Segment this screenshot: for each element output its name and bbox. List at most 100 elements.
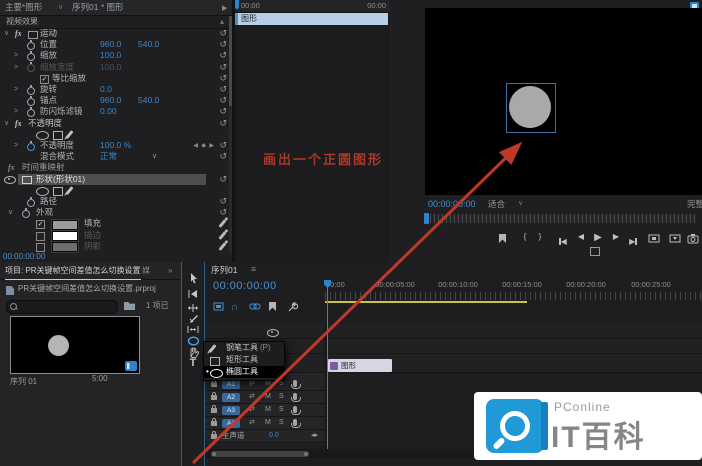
go-to-in-button[interactable]: ◀ <box>556 233 570 245</box>
reset-icon[interactable]: ↺ <box>219 28 227 39</box>
timeline-ruler[interactable]: 00:00 00:00:05:00 00:00:10:00 00:00:15:0… <box>325 280 702 292</box>
timeline-settings-icon[interactable] <box>287 302 299 312</box>
stroke-color-swatch[interactable] <box>52 231 78 241</box>
extract-button[interactable] <box>669 233 683 245</box>
master-gain-value[interactable]: 0.0 <box>269 430 279 442</box>
bypass-icon[interactable]: ◂▸ <box>311 430 318 442</box>
collapse-icon[interactable]: ∨ <box>4 28 9 39</box>
menu-item-ellipse-tool[interactable]: • 椭圆工具 <box>204 366 284 378</box>
monitor-scrubber[interactable] <box>426 214 696 223</box>
eye-icon[interactable] <box>267 329 279 337</box>
stopwatch-icon[interactable] <box>22 210 30 218</box>
sequence-item-name[interactable]: 序列 01 <box>10 376 37 387</box>
playback-quality-select[interactable]: 完整 <box>687 196 702 212</box>
scrollbar-thumb[interactable] <box>229 16 232 106</box>
audio-track-a2[interactable]: A2 ⇄ M S <box>205 391 325 404</box>
time-remap-group-row[interactable]: fx 时间重映射 <box>0 162 232 173</box>
playhead-line[interactable] <box>327 282 328 452</box>
opacity-group-row[interactable]: ∨ fx 不透明度 ↺ <box>0 118 232 129</box>
expand-icon[interactable]: > <box>14 84 18 95</box>
value-y[interactable]: 540.0 <box>138 95 159 106</box>
reset-icon[interactable]: ↺ <box>219 196 227 207</box>
reset-icon[interactable]: ↺ <box>219 84 227 95</box>
playhead-marker[interactable] <box>235 0 239 9</box>
panel-menu-icon[interactable]: ≡ <box>126 262 131 279</box>
add-marker-icon[interactable] <box>269 302 281 312</box>
checkbox-checked[interactable]: ✓ <box>36 220 45 229</box>
ellipse-mask-icon[interactable] <box>36 131 49 140</box>
checkbox-unchecked[interactable] <box>36 243 45 252</box>
ellipse-mask-icon[interactable] <box>36 187 49 196</box>
solo-button[interactable]: S <box>279 417 284 429</box>
solo-button[interactable]: S <box>279 404 284 416</box>
pen-mask-icon[interactable] <box>65 186 73 195</box>
chevron-down-icon[interactable]: ∨ <box>518 196 523 212</box>
step-back-button[interactable]: ◀ <box>574 233 588 245</box>
program-timecode[interactable]: 00:00:00:00 <box>428 196 476 212</box>
panel-arrow-icon[interactable]: ▶ <box>222 1 227 16</box>
sync-lock-icon[interactable]: ⇄ <box>249 391 255 403</box>
tab-project[interactable]: 项目: PR关键帧空间差值怎么切换设置 <box>5 262 141 280</box>
snap-icon[interactable]: ∩ <box>231 302 243 312</box>
blend-mode-select[interactable]: 正常 <box>100 151 117 162</box>
value-x[interactable]: 960.0 <box>100 95 121 106</box>
scrubber-playhead[interactable] <box>424 213 429 224</box>
graphic-clip-bar[interactable]: 图形 <box>235 13 388 25</box>
eyedropper-icon[interactable] <box>218 242 226 251</box>
source-clip-label[interactable]: 主要*图形 <box>5 0 42 15</box>
fill-color-swatch[interactable] <box>52 220 78 230</box>
shadow-color-swatch[interactable] <box>52 242 78 252</box>
panel-menu-icon[interactable]: ≡ <box>251 264 256 274</box>
motion-group-row[interactable]: ∨ fx 运动 ↺ <box>0 28 232 39</box>
eye-icon[interactable] <box>4 176 16 184</box>
rect-mask-icon[interactable] <box>53 131 63 140</box>
value[interactable]: 100.0 % <box>100 140 131 151</box>
stopwatch-icon[interactable] <box>27 109 35 117</box>
shape-layer-row[interactable]: 形状(形状01) ↺ <box>0 174 232 185</box>
program-video-frame[interactable] <box>425 8 702 195</box>
nest-sequence-icon[interactable] <box>213 302 225 312</box>
voiceover-mic-icon[interactable] <box>293 393 297 400</box>
add-marker-button[interactable] <box>496 233 510 245</box>
type-tool[interactable]: T <box>182 357 204 370</box>
master-track[interactable]: 主声道 0.0 ◂▸ <box>205 430 325 443</box>
selection-tool[interactable] <box>182 271 204 284</box>
search-input[interactable] <box>6 300 118 314</box>
mute-button[interactable]: M <box>265 391 271 403</box>
reset-icon[interactable]: ↺ <box>219 118 227 129</box>
settings-button[interactable] <box>590 247 600 256</box>
solo-button[interactable]: S <box>279 391 284 403</box>
reset-icon[interactable]: ↺ <box>219 62 227 73</box>
work-area-bar[interactable] <box>325 301 527 303</box>
track-select-tool[interactable] <box>182 287 204 300</box>
mark-out-button[interactable]: } <box>533 233 547 245</box>
step-forward-button[interactable]: ▶ <box>609 233 623 245</box>
lock-icon[interactable] <box>211 395 217 400</box>
lock-icon[interactable] <box>211 421 217 426</box>
play-button[interactable]: ▶ <box>591 233 605 245</box>
reset-icon[interactable]: ↺ <box>219 39 227 50</box>
eyedropper-icon[interactable] <box>218 219 226 228</box>
sync-lock-icon[interactable]: ⇄ <box>249 417 255 429</box>
eyedropper-icon[interactable] <box>218 231 226 240</box>
value[interactable]: 0.0 <box>100 84 112 95</box>
video-track-v3[interactable] <box>205 324 702 339</box>
reset-icon[interactable]: ↺ <box>219 73 227 84</box>
expand-icon[interactable]: > <box>14 106 18 117</box>
stopwatch-icon[interactable] <box>27 143 35 151</box>
lock-icon[interactable] <box>211 408 217 413</box>
lock-icon[interactable] <box>211 382 217 387</box>
value[interactable]: 0.00 <box>100 106 117 117</box>
mute-button[interactable]: M <box>265 404 271 416</box>
chevron-down-icon[interactable]: ∨ <box>58 0 63 15</box>
voiceover-mic-icon[interactable] <box>293 419 297 426</box>
menu-item-pen-tool[interactable]: 钢笔工具(P) <box>204 342 284 354</box>
checkbox-checked[interactable]: ✓ <box>40 75 49 84</box>
reset-icon[interactable]: ↺ <box>219 106 227 117</box>
checkbox-unchecked[interactable] <box>36 232 45 241</box>
audio-track-a3[interactable]: A3 ⇄ M S <box>205 404 325 417</box>
scroll-up-icon[interactable]: ▴ <box>220 16 224 28</box>
track-badge[interactable]: A2 <box>222 393 240 402</box>
sequence-thumbnail[interactable] <box>10 316 140 374</box>
reset-icon[interactable]: ↺ <box>219 151 227 162</box>
